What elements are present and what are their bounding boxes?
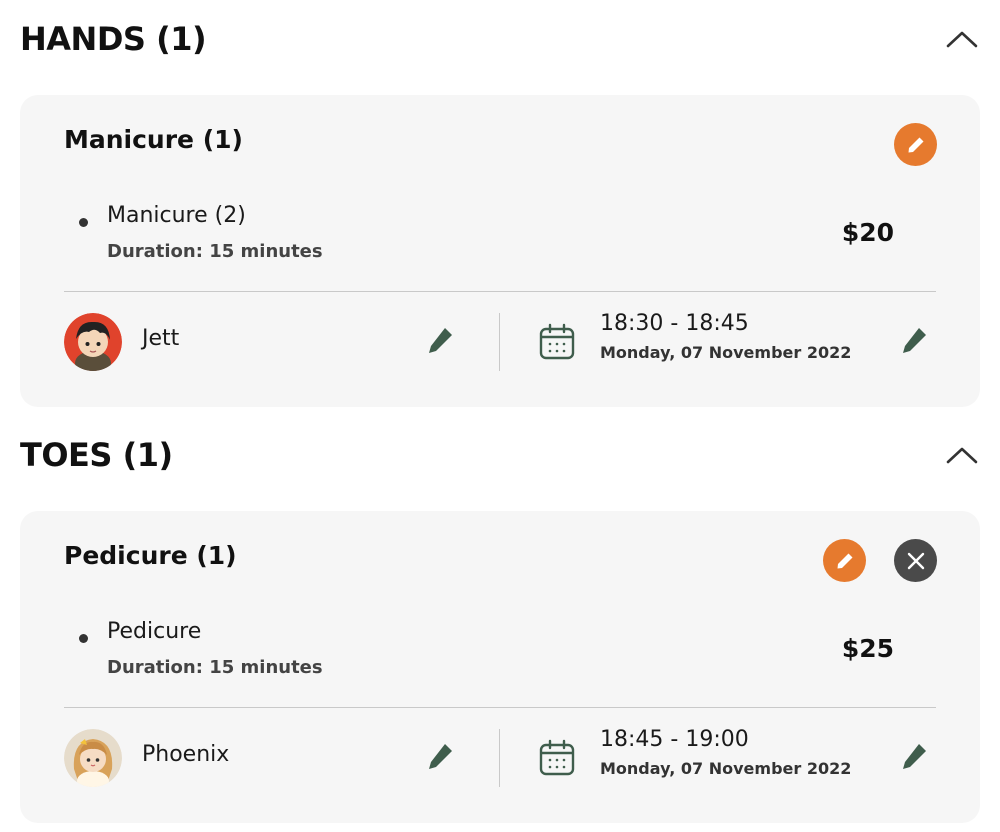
card-title: Pedicure (1)	[64, 541, 237, 570]
avatar	[64, 729, 122, 787]
chevron-up-icon[interactable]	[944, 21, 980, 57]
edit-time-button[interactable]	[896, 739, 932, 775]
booking-details: Jett 18:30 - 18:45 Monday, 07 November 2…	[64, 311, 936, 371]
service-name: Pedicure	[107, 619, 202, 644]
service-item: Manicure (2) Duration: 15 minutes $20	[64, 203, 936, 273]
edit-staff-button[interactable]	[422, 739, 458, 775]
edit-service-button[interactable]	[823, 539, 866, 582]
divider	[64, 291, 936, 292]
staff-name: Phoenix	[142, 742, 230, 767]
pencil-icon	[429, 328, 452, 353]
remove-service-button[interactable]	[894, 539, 937, 582]
booking-details: Phoenix 18:45 - 19:00 Monday, 07 Novembe…	[64, 727, 936, 787]
calendar-icon	[539, 739, 575, 776]
edit-service-button[interactable]	[894, 123, 937, 166]
time-range: 18:30 - 18:45	[600, 311, 749, 336]
section-header: TOES (1)	[20, 430, 980, 480]
section-title: HANDS (1)	[20, 20, 207, 58]
chevron-up-icon[interactable]	[944, 437, 980, 473]
service-price: $25	[841, 634, 894, 663]
avatar	[64, 313, 122, 371]
pencil-icon	[903, 328, 926, 353]
service-card: Pedicure (1) Pedicure Duration: 15 minut…	[20, 511, 980, 823]
card-actions	[894, 123, 937, 166]
staff-name: Jett	[142, 326, 180, 351]
service-card: Manicure (1) Manicure (2) Duration: 15 m…	[20, 95, 980, 407]
bullet	[79, 218, 88, 227]
edit-staff-button[interactable]	[422, 323, 458, 359]
vertical-separator	[499, 729, 500, 787]
close-icon	[907, 552, 924, 569]
service-name: Manicure (2)	[107, 203, 246, 228]
pencil-icon	[429, 744, 452, 769]
edit-time-button[interactable]	[896, 323, 932, 359]
section-title: TOES (1)	[20, 436, 173, 474]
service-duration: Duration: 15 minutes	[107, 241, 323, 262]
pencil-icon	[908, 137, 923, 152]
divider	[64, 707, 936, 708]
time-range: 18:45 - 19:00	[600, 727, 749, 752]
bullet	[79, 634, 88, 643]
calendar-icon	[539, 323, 575, 360]
card-title: Manicure (1)	[64, 125, 243, 154]
pencil-icon	[837, 553, 852, 568]
card-actions	[823, 539, 937, 582]
section-header: HANDS (1)	[20, 14, 980, 64]
service-price: $20	[841, 218, 894, 247]
pencil-icon	[903, 744, 926, 769]
vertical-separator	[499, 313, 500, 371]
booking-date: Monday, 07 November 2022	[600, 759, 852, 778]
service-item: Pedicure Duration: 15 minutes $25	[64, 619, 936, 689]
booking-date: Monday, 07 November 2022	[600, 343, 852, 362]
service-duration: Duration: 15 minutes	[107, 657, 323, 678]
